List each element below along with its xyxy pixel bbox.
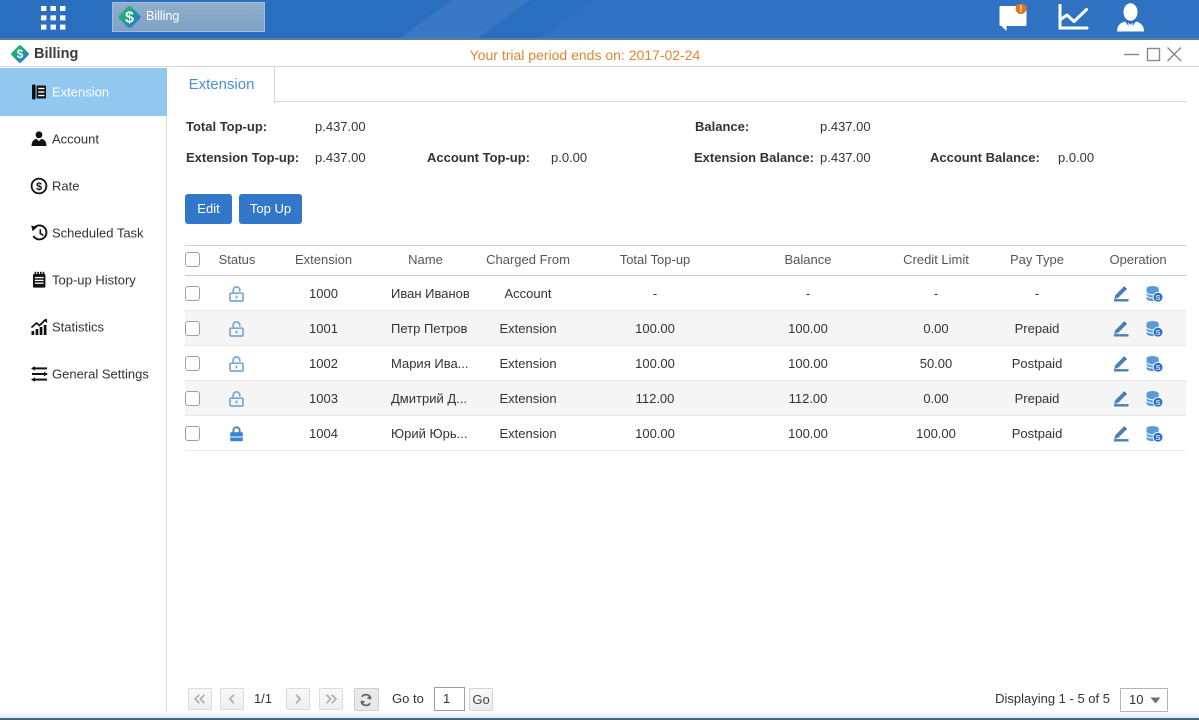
svg-text:$: $ (36, 181, 42, 193)
svg-text:$: $ (17, 47, 24, 61)
svg-text:$: $ (125, 10, 134, 27)
svg-text:!: ! (1020, 4, 1023, 14)
